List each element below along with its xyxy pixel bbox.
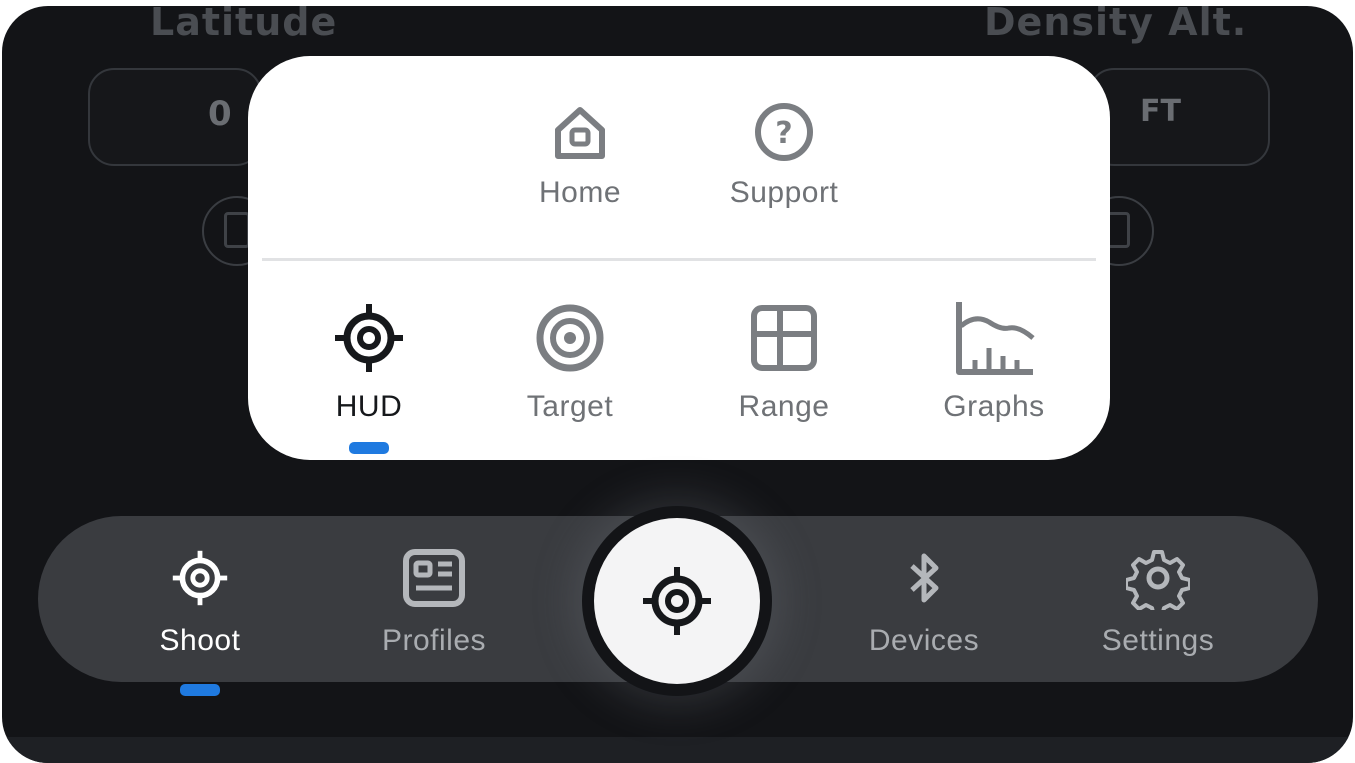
latitude-field[interactable]: 0 [88,68,262,166]
app-screen: Latitude Density Alt. 0 FT Home ? Suppor… [2,6,1353,763]
nav-item-profiles[interactable]: Profiles [344,546,524,658]
nav-item-label: Profiles [381,624,487,657]
target-icon [536,304,604,372]
density-alt-field[interactable]: FT [1088,68,1270,166]
menu-item-target[interactable]: Target [490,298,650,424]
menu-item-support[interactable]: ? Support [704,100,864,210]
center-shoot-button[interactable] [594,518,760,684]
crosshair-icon [335,304,403,372]
menu-item-graphs[interactable]: Graphs [914,298,1074,424]
home-icon [555,107,605,159]
menu-item-range[interactable]: Range [704,298,864,424]
question-circle-icon: ? [755,103,813,161]
bluetooth-icon [910,553,939,603]
menu-item-label: Graphs [943,390,1045,423]
nav-item-label: Shoot [159,624,241,657]
nav-item-devices[interactable]: Devices [834,546,1014,658]
nav-item-shoot[interactable]: Shoot [110,546,290,696]
menu-item-label: Home [538,176,622,209]
table-grid-icon [751,305,817,371]
density-alt-unit: FT [1140,94,1181,129]
nav-item-label: Devices [868,624,980,657]
nav-item-settings[interactable]: Settings [1068,546,1248,658]
menu-item-label: Range [738,390,830,423]
calculator-icon [224,212,250,248]
menu-item-label: Support [729,176,839,209]
density-alt-label: Density Alt. [984,6,1248,44]
latitude-label: Latitude [150,6,338,44]
crosshair-icon [172,550,228,606]
active-indicator [349,442,389,454]
id-card-icon [403,549,465,607]
menu-item-label: HUD [335,390,403,423]
menu-item-home[interactable]: Home [500,100,660,210]
svg-text:?: ? [775,116,792,151]
active-indicator [180,684,220,696]
bottom-strip [2,737,1353,763]
crosshair-icon [643,567,711,635]
graph-icon [956,302,1035,375]
latitude-value: 0 [208,94,232,134]
menu-item-label: Target [526,390,614,423]
navigation-popup: Home ? Support HUD Target Range Graphs [248,56,1110,460]
menu-item-hud[interactable]: HUD [289,298,449,454]
nav-item-label: Settings [1101,624,1215,657]
gear-icon [1126,550,1190,610]
menu-divider [262,258,1096,261]
